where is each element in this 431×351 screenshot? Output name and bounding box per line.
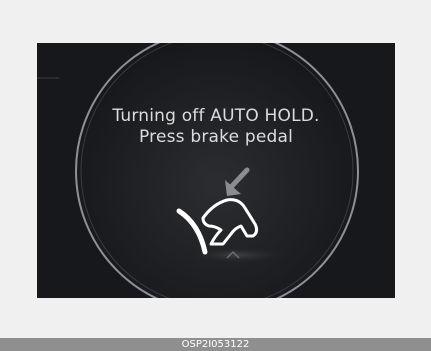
figure-code-bar: OSP2I053122 (0, 338, 431, 351)
pedal-arc (176, 208, 208, 255)
brake-pedal-press-icon (176, 167, 259, 259)
manual-figure: Turning off AUTO HOLD. Press brake pedal… (0, 0, 431, 351)
arrow-shaft (229, 167, 250, 189)
figure-code: OSP2I053122 (181, 339, 250, 350)
message-line-1: Turning off AUTO HOLD. (112, 106, 320, 126)
message-line-2: Press brake pedal (138, 127, 294, 147)
auto-hold-message: Turning off AUTO HOLD. Press brake pedal (37, 106, 395, 148)
shoe-outline (201, 198, 259, 246)
cluster-display: Turning off AUTO HOLD. Press brake pedal (37, 43, 395, 298)
small-mark (226, 250, 240, 259)
